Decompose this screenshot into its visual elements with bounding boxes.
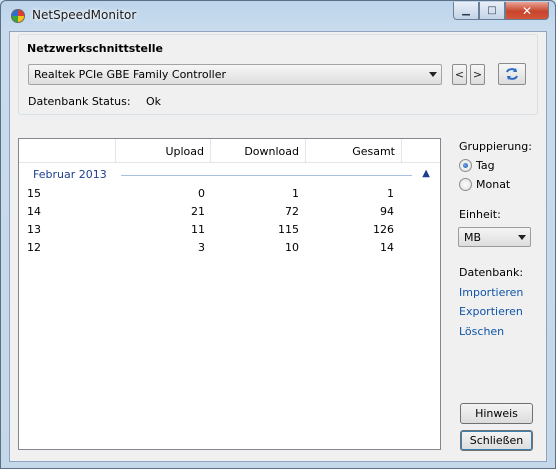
cell-day: 13 — [27, 223, 41, 236]
cell-download: 1 — [292, 187, 299, 200]
interface-groupbox: Netzwerkschnittstelle Realtek PCIe GBE F… — [18, 34, 538, 115]
table-row[interactable]: 12 3 10 14 — [19, 241, 440, 257]
prev-adapter-button[interactable]: < — [452, 64, 467, 85]
cell-day: 12 — [27, 241, 41, 254]
adapter-select-value: Realtek PCIe GBE Family Controller — [34, 68, 227, 81]
cell-day: 14 — [27, 205, 41, 218]
group-divider — [121, 175, 412, 176]
radio-tag-label: Tag — [476, 159, 495, 172]
close-window-button[interactable]: ✕ — [505, 2, 549, 20]
app-window: NetSpeedMonitor ▁ □ ✕ Netzwerkschnittste… — [0, 0, 556, 469]
col-upload[interactable]: Upload — [115, 139, 210, 163]
cell-upload: 21 — [191, 205, 205, 218]
close-button[interactable]: Schließen — [460, 430, 533, 451]
chevron-down-icon — [429, 72, 437, 77]
radio-unchecked-icon[interactable] — [459, 178, 472, 191]
hint-button[interactable]: Hinweis — [460, 403, 533, 424]
radio-tag[interactable]: Tag — [459, 159, 495, 172]
cell-download: 72 — [285, 205, 299, 218]
db-label: Datenbank: — [459, 266, 524, 279]
minimize-button[interactable]: ▁ — [453, 2, 479, 20]
export-link[interactable]: Exportieren — [459, 305, 523, 318]
group-header-label: Februar 2013 — [33, 168, 107, 181]
cell-total: 1 — [387, 187, 394, 200]
maximize-button[interactable]: □ — [479, 2, 505, 20]
radio-monat[interactable]: Monat — [459, 178, 510, 191]
minimize-icon: ▁ — [462, 5, 470, 16]
delete-link[interactable]: Löschen — [459, 325, 504, 338]
table-row[interactable]: 15 0 1 1 — [19, 187, 440, 203]
collapse-icon[interactable]: ▲ — [422, 168, 430, 179]
stats-table[interactable]: Upload Download Gesamt Februar 2013 ▲ 15… — [18, 138, 441, 450]
chevron-down-icon — [518, 235, 526, 240]
table-row[interactable]: 13 11 115 126 — [19, 223, 440, 239]
cell-download: 115 — [278, 223, 299, 236]
db-status-value: Ok — [146, 95, 162, 108]
prev-button-label: < — [454, 68, 465, 81]
interface-group-title: Netzwerkschnittstelle — [27, 42, 163, 55]
unit-select-value: MB — [464, 231, 482, 244]
db-status-label: Datenbank Status: — [28, 95, 131, 108]
caption-buttons: ▁ □ ✕ — [453, 2, 549, 20]
unit-label: Einheit: — [459, 208, 501, 221]
table-row[interactable]: 14 21 72 94 — [19, 205, 440, 221]
radio-checked-icon[interactable] — [459, 159, 472, 172]
col-total[interactable]: Gesamt — [305, 139, 401, 163]
refresh-button[interactable] — [498, 63, 526, 85]
close-icon: ✕ — [521, 3, 533, 18]
import-link[interactable]: Importieren — [459, 286, 523, 299]
maximize-icon: □ — [487, 5, 497, 16]
col-spacer — [401, 139, 441, 163]
refresh-icon — [506, 68, 518, 80]
cell-total: 126 — [373, 223, 394, 236]
next-adapter-button[interactable]: > — [470, 64, 485, 85]
cell-upload: 0 — [198, 187, 205, 200]
adapter-select[interactable]: Realtek PCIe GBE Family Controller — [28, 64, 442, 85]
cell-download: 10 — [285, 241, 299, 254]
cell-total: 94 — [380, 205, 394, 218]
col-download[interactable]: Download — [210, 139, 305, 163]
grouping-label: Gruppierung: — [459, 140, 532, 153]
cell-upload: 11 — [191, 223, 205, 236]
group-header[interactable]: Februar 2013 ▲ — [33, 168, 432, 184]
cell-upload: 3 — [198, 241, 205, 254]
table-header: Upload Download Gesamt — [19, 139, 440, 163]
client-area: Netzwerkschnittstelle Realtek PCIe GBE F… — [9, 31, 547, 462]
unit-select[interactable]: MB — [458, 227, 531, 247]
app-icon — [11, 9, 25, 23]
title-bar[interactable]: NetSpeedMonitor ▁ □ ✕ — [1, 1, 555, 31]
cell-day: 15 — [27, 187, 41, 200]
next-button-label: > — [472, 68, 483, 81]
window-title: NetSpeedMonitor — [32, 8, 137, 22]
radio-monat-label: Monat — [476, 178, 511, 191]
cell-total: 14 — [380, 241, 394, 254]
